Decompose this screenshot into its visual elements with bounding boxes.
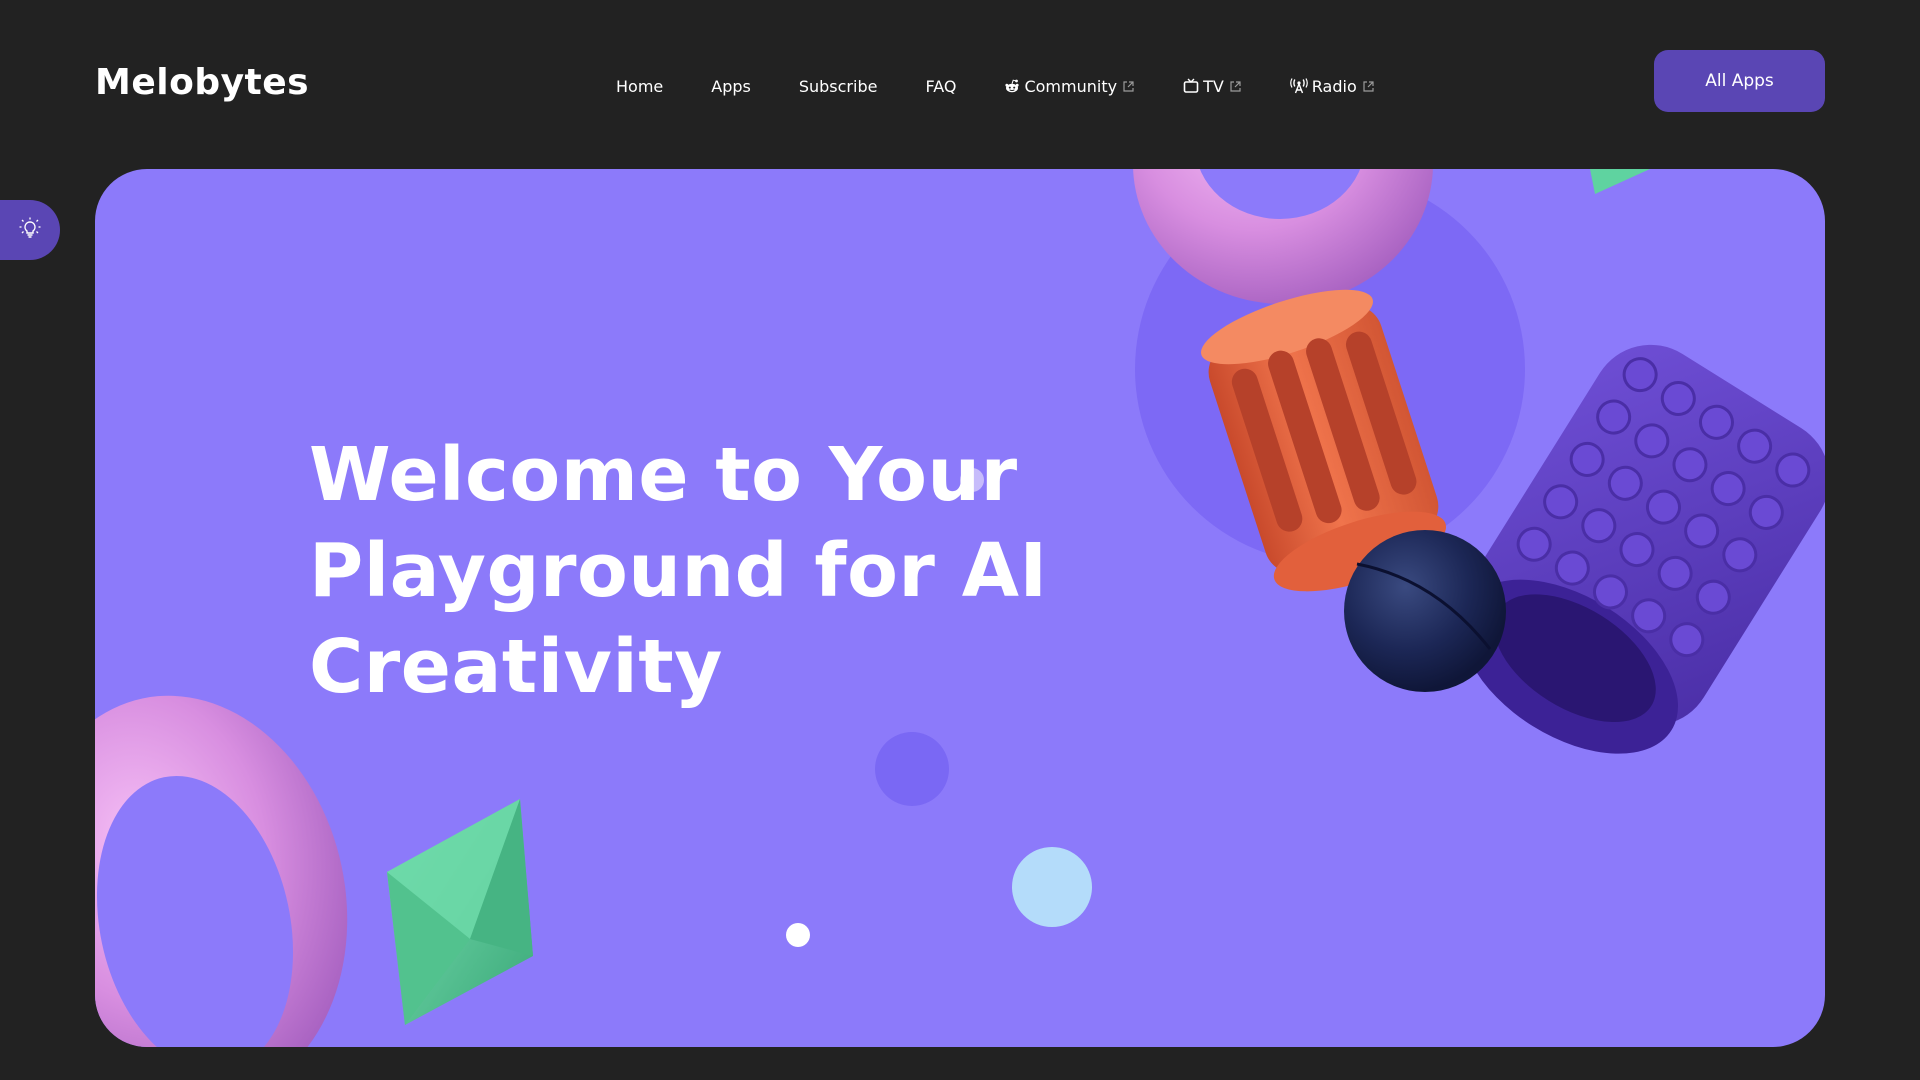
hero-banner: Welcome to Your Playground for AI Creati… <box>95 169 1825 1047</box>
navy-sphere-shape <box>1344 530 1506 692</box>
nav-apps-label: Apps <box>711 76 751 96</box>
nav-subscribe[interactable]: Subscribe <box>799 77 878 96</box>
theme-toggle-button[interactable] <box>0 200 60 260</box>
nav-community[interactable]: Community <box>1004 77 1135 96</box>
nav-home-label: Home <box>616 76 664 96</box>
tv-icon <box>1183 78 1199 94</box>
nav-radio[interactable]: Radio <box>1289 76 1375 96</box>
nav-community-label: Community <box>1024 76 1118 96</box>
bottom-torus-shape <box>95 695 348 1047</box>
lightbulb-icon <box>18 216 42 244</box>
green-gem-shape <box>387 799 533 1025</box>
nav-tv[interactable]: TV <box>1183 77 1242 96</box>
nav-faq[interactable]: FAQ <box>925 77 956 96</box>
top-gem-shape <box>1590 169 1650 194</box>
external-link-icon <box>1122 80 1135 93</box>
site-header: Melobytes Home Apps Subscribe FAQ Commun… <box>0 0 1920 170</box>
nav-subscribe-label: Subscribe <box>798 76 878 96</box>
radio-antenna-icon <box>1289 78 1308 94</box>
reddit-icon <box>1004 78 1020 94</box>
hero-title-line-2: Playground for AI <box>309 528 1048 614</box>
hero-title: Welcome to Your Playground for AI Creati… <box>309 427 1109 715</box>
hero-title-line-3: Creativity <box>309 624 723 710</box>
nav-faq-label: FAQ <box>925 76 957 96</box>
logo[interactable]: Melobytes <box>95 62 309 103</box>
white-dot-shape <box>786 923 810 947</box>
main-nav: Home Apps Subscribe FAQ Community TV Rad… <box>616 74 1375 98</box>
hero-title-line-1: Welcome to Your <box>309 432 1018 518</box>
light-blue-bubble-shape <box>1012 847 1092 927</box>
nav-home[interactable]: Home <box>616 77 663 96</box>
external-link-icon <box>1229 80 1242 93</box>
all-apps-button[interactable]: All Apps <box>1654 50 1825 112</box>
mid-circle-shape <box>875 732 949 806</box>
external-link-icon <box>1362 80 1375 93</box>
nav-apps[interactable]: Apps <box>711 77 751 96</box>
nav-tv-label: TV <box>1203 76 1224 96</box>
nav-radio-label: Radio <box>1311 76 1357 96</box>
